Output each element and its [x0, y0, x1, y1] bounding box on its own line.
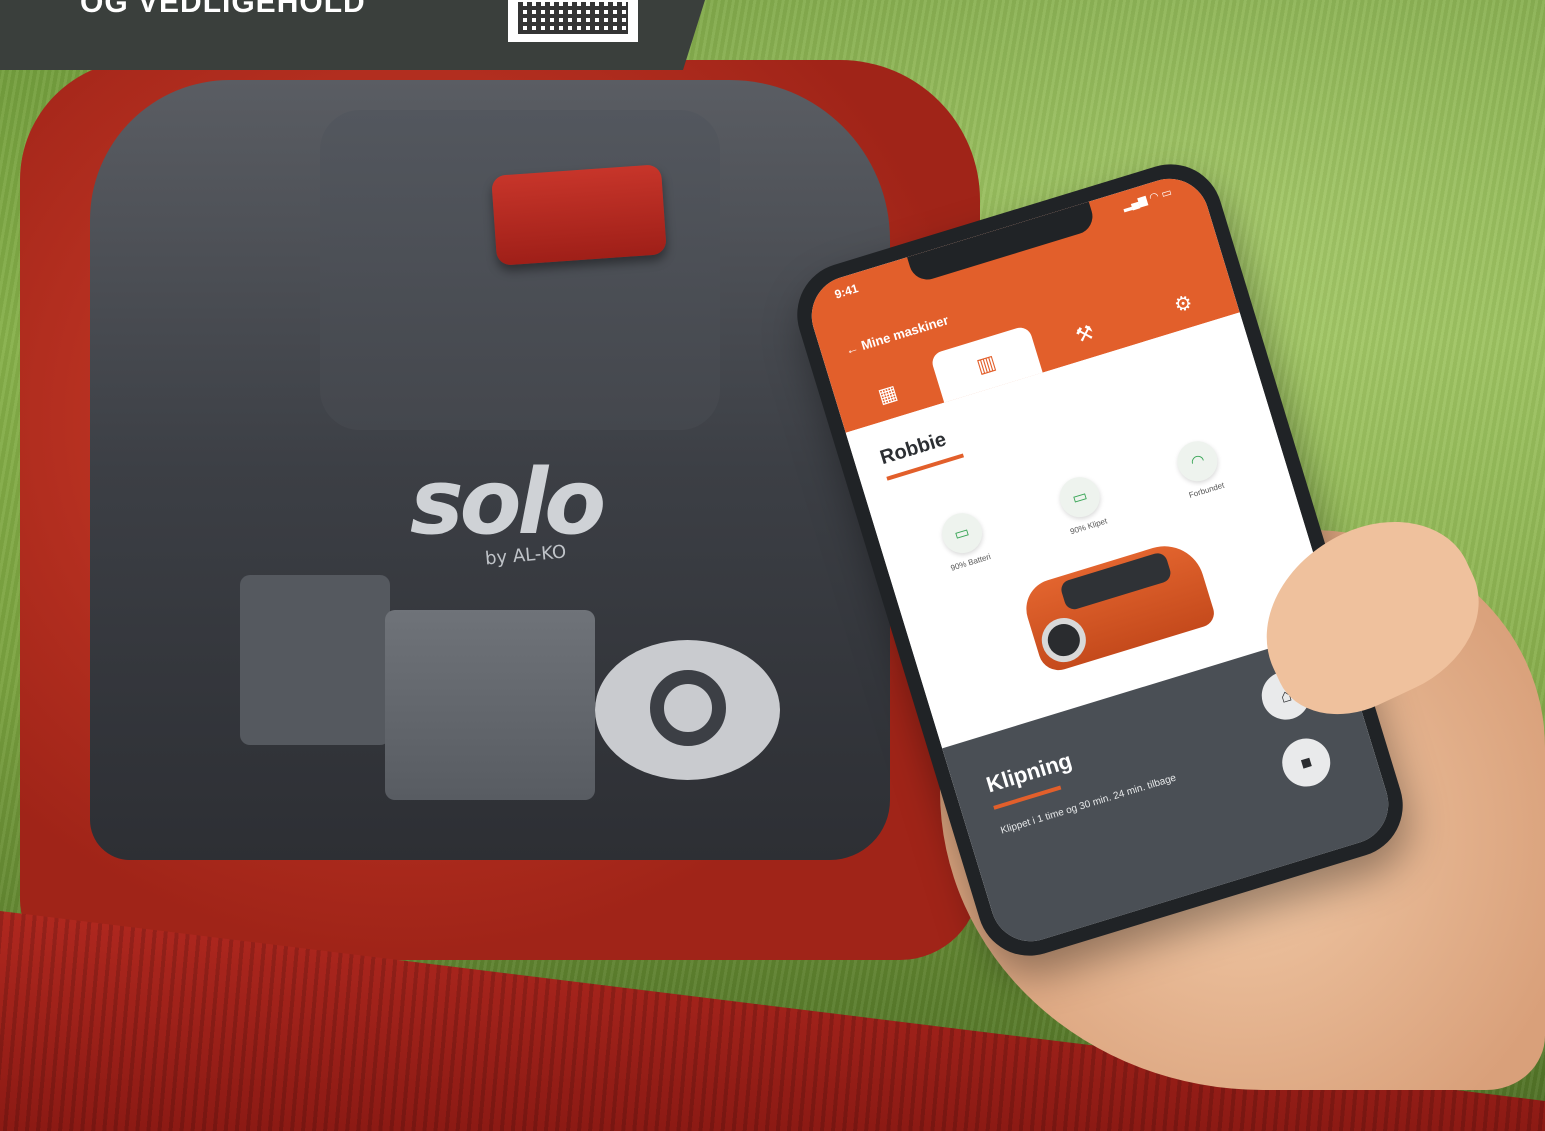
mower-image-wheel — [1036, 612, 1092, 668]
stop-icon: ■ — [1297, 750, 1315, 774]
dashboard-icon: ▦ — [875, 381, 901, 408]
stop-button[interactable]: ■ — [1276, 732, 1337, 793]
stats-icon: ▥ — [974, 350, 999, 378]
machine-stats: ▭ 90% Batteri ▭ 90% Klipet ◠ Forbundet — [897, 424, 1267, 585]
qr-code[interactable] — [508, 0, 638, 42]
settings-icon: ⚙ — [1171, 290, 1196, 318]
stat-battery: ▭ 90% Batteri — [903, 498, 1024, 583]
status-time: 9:41 — [832, 281, 860, 302]
banner-title: OG VEDLIGEHOLD — [80, 0, 366, 19]
mower-power-button — [595, 640, 780, 780]
mower-panel-left — [240, 575, 390, 745]
back-arrow-icon: ← — [843, 339, 861, 358]
robot-mower: solo by AL-KO — [20, 60, 980, 960]
stat-cut: ▭ 90% Klipet — [1021, 462, 1142, 547]
status-title: Klipning — [983, 747, 1075, 798]
battery-icon: ▭ — [936, 508, 987, 559]
qr-code-pattern — [518, 2, 628, 34]
battery-icon: ▭ — [1054, 472, 1105, 523]
back-label: Mine maskiner — [859, 312, 951, 354]
mower-stop-button — [491, 164, 667, 266]
mower-panel-mid — [385, 610, 595, 800]
wifi-icon: ◠ — [1172, 436, 1223, 487]
solo-logo: solo — [410, 450, 606, 555]
mower-image-top — [1058, 550, 1173, 612]
mower-lid-top — [320, 110, 720, 430]
status-icons: ▂▄▆ ◠ ▭ — [1121, 186, 1174, 213]
power-icon — [650, 670, 726, 746]
stat-connection: ◠ Forbundet — [1139, 426, 1260, 511]
mower-lid: solo by AL-KO — [90, 80, 890, 860]
wrench-icon: ⚒ — [1072, 320, 1097, 348]
mower-image — [1018, 536, 1218, 676]
back-button[interactable]: ← Mine maskiner — [844, 312, 951, 358]
top-banner: OG VEDLIGEHOLD — [0, 0, 705, 70]
